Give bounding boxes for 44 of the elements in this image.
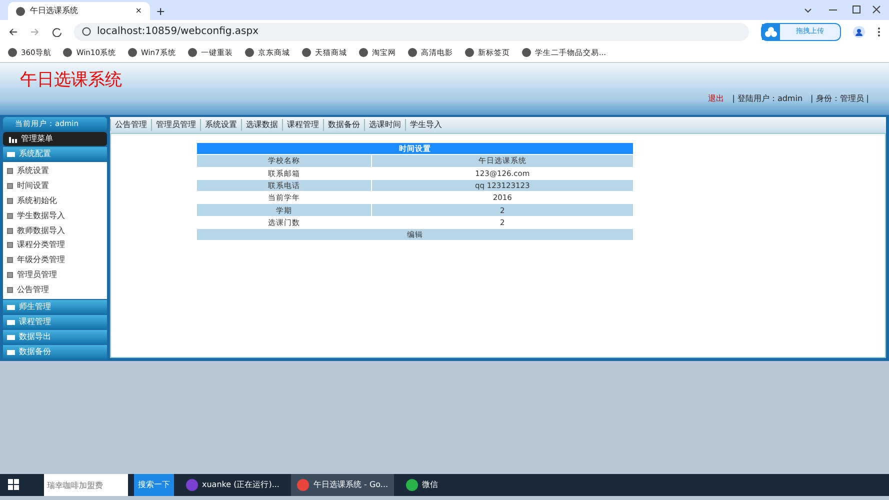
menu-item[interactable]: 系统初始化 bbox=[3, 194, 107, 208]
app-icon bbox=[297, 479, 310, 491]
top-nav-link[interactable]: 数据备份 bbox=[323, 119, 364, 131]
start-icon[interactable] bbox=[8, 479, 20, 491]
menu-item[interactable]: 管理员管理 bbox=[3, 268, 107, 282]
address-bar[interactable]: localhost:10859/webconfig.aspx bbox=[74, 22, 749, 40]
tab-title: 午日选课系统 bbox=[30, 5, 79, 17]
header-info: | 身份：管理员 | bbox=[810, 93, 869, 105]
menu-item[interactable]: 年级分类管理 bbox=[3, 252, 107, 268]
taskbar-app[interactable]: 微信 bbox=[400, 474, 444, 496]
logout-link[interactable]: 退出 bbox=[708, 93, 724, 105]
menu-item[interactable]: 学生数据导入 bbox=[3, 208, 107, 224]
menu-item[interactable]: 系统设置 bbox=[3, 164, 107, 179]
taskbar-app[interactable]: 午日选课系统 - Go... bbox=[291, 474, 394, 496]
menu-item[interactable]: 课程分类管理 bbox=[3, 238, 107, 253]
close-button[interactable]: × bbox=[135, 5, 142, 17]
top-nav-link[interactable]: 课程管理 bbox=[282, 119, 323, 131]
top-nav-link[interactable]: 系统设置 bbox=[200, 119, 241, 131]
menu-bars-icon bbox=[9, 136, 17, 142]
top-nav-link[interactable]: 管理员管理 bbox=[151, 119, 200, 131]
search-button[interactable]: 搜索一下 bbox=[134, 474, 174, 496]
cloud-icon bbox=[762, 24, 780, 40]
reload-icon[interactable] bbox=[52, 26, 62, 36]
header-info: | 登陆用户：admin bbox=[732, 93, 803, 105]
app-icon bbox=[186, 479, 198, 491]
logo-text: 午日选课系统 bbox=[20, 71, 122, 90]
taskbar-app[interactable]: xuanke (正在运行)... bbox=[180, 474, 286, 496]
profile-icon[interactable] bbox=[853, 26, 865, 38]
info-icon[interactable] bbox=[82, 27, 91, 36]
top-nav-link[interactable]: 公告管理 bbox=[110, 119, 151, 131]
top-nav-link[interactable]: 选课时间 bbox=[364, 119, 405, 131]
app-icon bbox=[406, 479, 418, 491]
browser-tab[interactable]: 午日选课系统 × bbox=[8, 2, 150, 20]
new-tab-button[interactable]: + bbox=[156, 4, 166, 20]
back-icon[interactable] bbox=[8, 26, 18, 36]
menu-icon[interactable] bbox=[877, 26, 881, 36]
search-field[interactable]: 瑞幸咖啡加盟费 bbox=[44, 474, 128, 496]
top-nav-link[interactable]: 选课数据 bbox=[241, 119, 282, 131]
menu-title: 管理菜单 bbox=[21, 133, 53, 145]
menu-item[interactable]: 公告管理 bbox=[3, 282, 107, 298]
menu-item[interactable]: 时间设置 bbox=[3, 178, 107, 194]
menu-item[interactable]: 教师数据导入 bbox=[3, 223, 107, 238]
url-text: localhost:10859/webconfig.aspx bbox=[97, 25, 258, 39]
top-nav-link[interactable]: 学生导入 bbox=[405, 119, 446, 131]
